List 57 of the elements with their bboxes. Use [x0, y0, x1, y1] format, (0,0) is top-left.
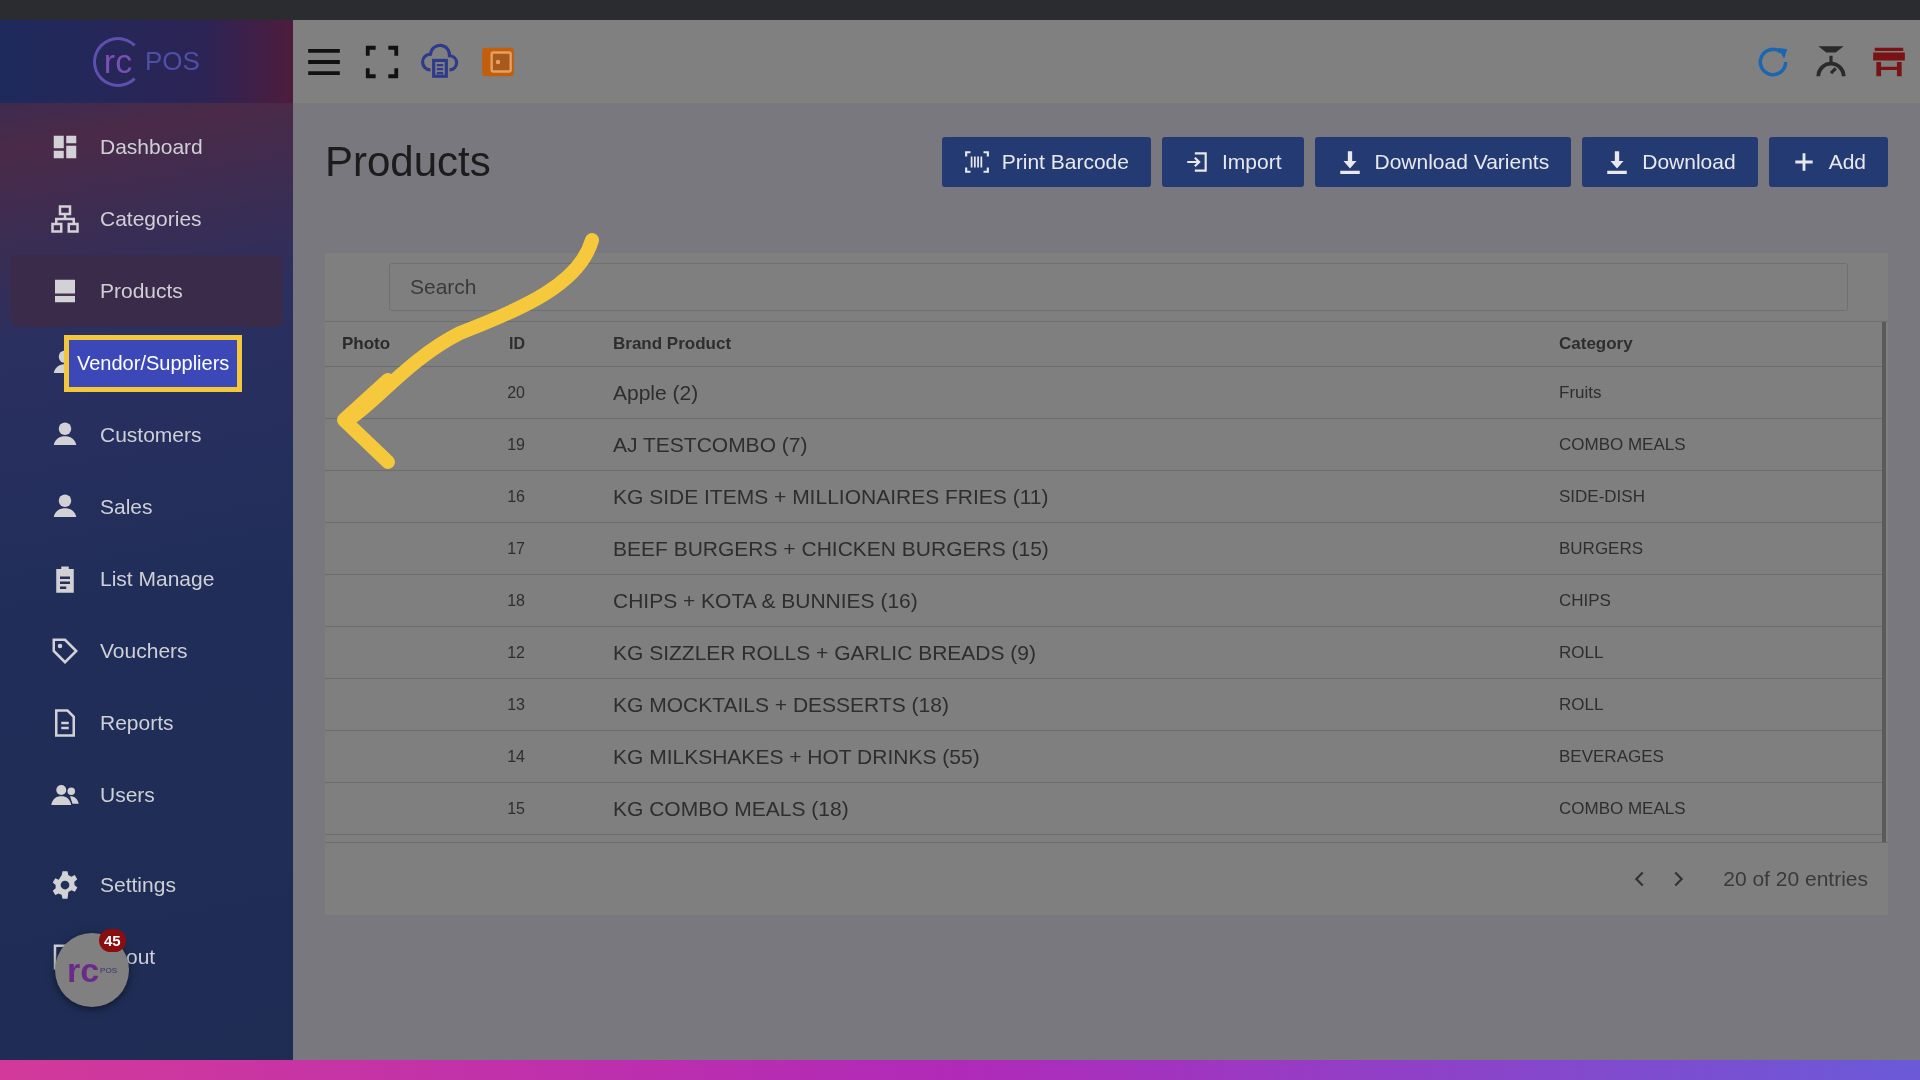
table-cell-text: CHIPS + KOTA & BUNNIES (16): [612, 588, 919, 613]
table-cell-text: CHIPS: [1559, 590, 1612, 611]
search-field[interactable]: Search: [389, 263, 1848, 311]
notification-badge: 45: [99, 929, 126, 952]
table-cell-text: 18: [506, 591, 526, 610]
table-cell-text: 12: [506, 643, 526, 662]
table-cell-text: BURGERS: [1559, 538, 1645, 559]
sidebar-item[interactable]: List Manage: [10, 543, 283, 615]
import-icon: [1184, 149, 1210, 175]
sidebar-item[interactable]: Dashboard: [10, 111, 283, 183]
table-cell-text: BEEF BURGERS + CHICKEN BURGERS (15): [612, 536, 1050, 561]
table-cell-text: ROLL: [1559, 642, 1605, 663]
table-cell-text: 19: [506, 435, 526, 454]
sidebar-item[interactable]: out: [126, 945, 156, 969]
table-cell-text: BEVERAGES: [1559, 746, 1665, 767]
page-title: Products: [325, 138, 492, 186]
cloud-icon[interactable]: [421, 42, 459, 81]
sitemap-icon: [50, 204, 80, 234]
sidebar-item[interactable]: Users: [10, 759, 283, 831]
sidebar-item[interactable]: Products: [10, 255, 283, 327]
table-cell-text: COMBO MEALS: [1559, 434, 1687, 455]
sidebar-item[interactable]: Categories: [10, 183, 283, 255]
table-cell-text: 15: [506, 799, 526, 818]
sidebar-item[interactable]: Vendor/Suppliers: [10, 327, 283, 399]
table-cell-text: Apple (2): [612, 380, 700, 405]
table-cell-text: SIDE-DISH: [1559, 486, 1646, 507]
table-cell-text: KG SIZZLER ROLLS + GARLIC BREADS (9): [612, 640, 1038, 665]
table-cell-text: KG MILKSHAKES + HOT DRINKS (55): [612, 744, 981, 769]
logo-text: POS: [145, 46, 200, 77]
toolbar-button[interactable]: Add: [1768, 137, 1888, 187]
sidebar-item[interactable]: Customers: [10, 399, 283, 471]
sidebar-item[interactable]: Settings: [100, 873, 176, 897]
table-cell-text: 13: [506, 695, 526, 714]
toolbar-button[interactable]: Print Barcode: [941, 137, 1151, 187]
table-cell-text: AJ TESTCOMBO (7): [612, 432, 809, 457]
toolbar-button[interactable]: Download: [1582, 137, 1758, 187]
toolbar-button[interactable]: Import: [1162, 137, 1304, 187]
sidebar-item[interactable]: Sales: [10, 471, 283, 543]
table-cell-text: KG MOCKTAILS + DESSERTS (18): [612, 692, 950, 717]
column-header[interactable]: Photo: [325, 334, 465, 354]
table-cell-text: 16: [506, 487, 526, 506]
sidebar-item[interactable]: Reports: [10, 687, 283, 759]
settings-icon: [50, 870, 80, 900]
table-cell-text: ROLL: [1559, 694, 1605, 715]
highlight-label: Vendor/Suppliers: [64, 334, 243, 392]
toolbar-button[interactable]: Download Varients: [1314, 137, 1572, 187]
barcode-icon: [963, 149, 990, 175]
table-cell-text: 14: [506, 747, 526, 766]
table-cell-text: 17: [506, 539, 526, 558]
table-cell-text: KG COMBO MEALS (18): [612, 796, 850, 821]
table-cell-text: Fruits: [1559, 382, 1603, 403]
pagination-text: 20 of 20 entries: [1723, 867, 1868, 891]
table-cell-text: KG SIDE ITEMS + MILLIONAIRES FRIES (11): [612, 484, 1050, 509]
tag-icon: [50, 636, 80, 666]
sidebar-item[interactable]: Vouchers: [10, 615, 283, 687]
table-cell-text: COMBO MEALS: [1559, 798, 1687, 819]
table-cell-text: 20: [506, 383, 526, 402]
